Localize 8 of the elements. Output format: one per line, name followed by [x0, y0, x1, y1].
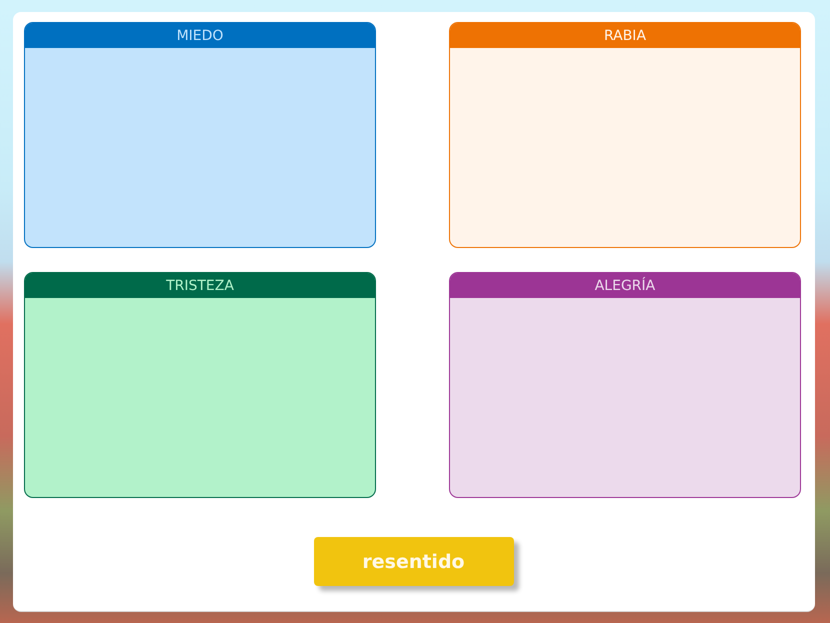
- drop-zone[interactable]: ALEGRÍA: [449, 272, 801, 498]
- drop-zone[interactable]: MIEDO: [24, 22, 376, 248]
- category-header: RABIA: [450, 23, 800, 48]
- category-header: TRISTEZA: [25, 273, 375, 298]
- category-header: ALEGRÍA: [450, 273, 800, 298]
- category-header: MIEDO: [25, 23, 375, 48]
- drop-zone[interactable]: RABIA: [449, 22, 801, 248]
- drop-zone[interactable]: TRISTEZA: [24, 272, 376, 498]
